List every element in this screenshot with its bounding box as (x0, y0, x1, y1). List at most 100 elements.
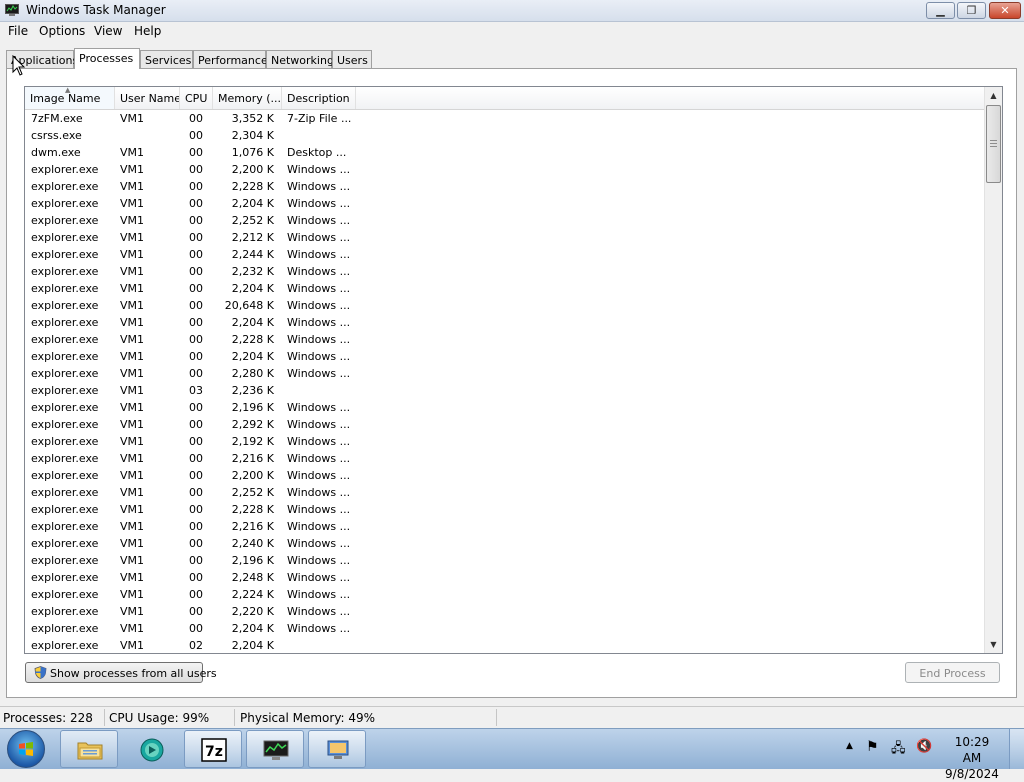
remote-desktop-icon (327, 740, 349, 759)
process-description: Windows ... (287, 520, 351, 533)
start-button[interactable] (7, 730, 45, 768)
taskbar-remote-desktop[interactable] (308, 730, 366, 768)
tab-users[interactable]: Users (332, 50, 372, 68)
table-row[interactable]: explorer.exe VM1 00 2,252 K Windows ... (25, 212, 985, 229)
action-center-flag-icon[interactable]: ⚑ (866, 739, 879, 755)
menu-help[interactable]: Help (134, 24, 161, 38)
process-memory: 2,280 K (231, 367, 274, 380)
scroll-down-icon[interactable]: ▼ (985, 636, 1002, 653)
taskbar-7zip[interactable]: 7z (184, 730, 242, 768)
vertical-scrollbar[interactable]: ▲ ▼ (984, 87, 1002, 653)
volume-muted-icon[interactable]: 🔇 (916, 739, 932, 754)
system-clock[interactable]: 10:29 AM 9/8/2024 (944, 734, 1000, 782)
table-row[interactable]: explorer.exe VM1 00 2,192 K Windows ... (25, 433, 985, 450)
tab-processes[interactable]: Processes (74, 48, 140, 69)
table-row[interactable]: explorer.exe VM1 00 2,216 K Windows ... (25, 518, 985, 535)
column-image-name[interactable]: ▲ Image Name (25, 87, 115, 109)
minimize-button[interactable]: ▁ (926, 2, 955, 19)
process-user: VM1 (120, 469, 145, 482)
table-row[interactable]: explorer.exe VM1 00 2,228 K Windows ... (25, 331, 985, 348)
taskbar-explorer[interactable] (60, 730, 118, 768)
table-row[interactable]: explorer.exe VM1 00 2,228 K Windows ... (25, 178, 985, 195)
scroll-thumb[interactable] (986, 105, 1001, 183)
table-row[interactable]: explorer.exe VM1 00 2,204 K Windows ... (25, 195, 985, 212)
table-row[interactable]: csrss.exe 00 2,304 K (25, 127, 985, 144)
folder-icon (77, 742, 103, 760)
table-row[interactable]: 7zFM.exe VM1 00 3,352 K 7-Zip File ... (25, 110, 985, 127)
process-memory: 2,228 K (231, 333, 274, 346)
process-memory: 2,216 K (231, 520, 274, 533)
table-row[interactable]: explorer.exe VM1 00 2,244 K Windows ... (25, 246, 985, 263)
end-process-button[interactable]: End Process (905, 662, 1000, 683)
table-row[interactable]: explorer.exe VM1 00 2,196 K Windows ... (25, 399, 985, 416)
table-row[interactable]: explorer.exe VM1 00 2,204 K Windows ... (25, 620, 985, 637)
process-memory: 2,252 K (231, 214, 274, 227)
table-row[interactable]: explorer.exe VM1 00 2,292 K Windows ... (25, 416, 985, 433)
process-description: Windows ... (287, 622, 351, 635)
process-user: VM1 (120, 333, 145, 346)
process-list[interactable]: ▲ Image Name User Name CPU Memory (... D… (24, 86, 1003, 654)
process-cpu: 00 (189, 367, 203, 380)
end-process-label: End Process (919, 667, 986, 680)
menu-file[interactable]: File (8, 24, 28, 38)
tab-networking[interactable]: Networking (266, 50, 334, 68)
column-cpu[interactable]: CPU (180, 87, 213, 109)
scroll-up-icon[interactable]: ▲ (985, 87, 1002, 104)
process-cpu: 00 (189, 214, 203, 227)
taskbar-task-manager[interactable] (246, 730, 304, 768)
taskbar-media-player[interactable] (122, 730, 180, 768)
process-description: Windows ... (287, 588, 351, 601)
process-user: VM1 (120, 503, 145, 516)
table-row[interactable]: explorer.exe VM1 00 2,228 K Windows ... (25, 501, 985, 518)
close-button[interactable]: ✕ (989, 2, 1021, 19)
show-desktop-button[interactable] (1009, 729, 1024, 769)
menu-options[interactable]: Options (39, 24, 85, 38)
column-description[interactable]: Description (282, 87, 356, 109)
process-name: explorer.exe (31, 571, 99, 584)
restore-button[interactable]: ❐ (957, 2, 986, 19)
process-memory: 2,228 K (231, 503, 274, 516)
table-row[interactable]: explorer.exe VM1 02 2,204 K (25, 637, 985, 653)
tray-expand-icon[interactable]: ▲ (846, 741, 853, 751)
table-row[interactable]: explorer.exe VM1 00 2,232 K Windows ... (25, 263, 985, 280)
column-memory[interactable]: Memory (... (213, 87, 282, 109)
table-row[interactable]: explorer.exe VM1 00 2,204 K Windows ... (25, 314, 985, 331)
table-row[interactable]: explorer.exe VM1 00 2,240 K Windows ... (25, 535, 985, 552)
table-row[interactable]: explorer.exe VM1 00 2,216 K Windows ... (25, 450, 985, 467)
table-row[interactable]: explorer.exe VM1 00 2,200 K Windows ... (25, 467, 985, 484)
process-memory: 2,304 K (231, 129, 274, 142)
table-row[interactable]: explorer.exe VM1 00 20,648 K Windows ... (25, 297, 985, 314)
process-description: Windows ... (287, 282, 351, 295)
table-row[interactable]: explorer.exe VM1 03 2,236 K (25, 382, 985, 399)
table-row[interactable]: explorer.exe VM1 00 2,252 K Windows ... (25, 484, 985, 501)
process-cpu: 00 (189, 146, 203, 159)
table-row[interactable]: explorer.exe VM1 00 2,220 K Windows ... (25, 603, 985, 620)
process-memory: 2,204 K (231, 639, 274, 652)
process-memory: 2,204 K (231, 282, 274, 295)
table-row[interactable]: explorer.exe VM1 00 2,200 K Windows ... (25, 161, 985, 178)
column-user-name[interactable]: User Name (115, 87, 180, 109)
process-name: explorer.exe (31, 180, 99, 193)
table-row[interactable]: explorer.exe VM1 00 2,204 K Windows ... (25, 280, 985, 297)
process-cpu: 00 (189, 554, 203, 567)
process-cpu: 00 (189, 180, 203, 193)
tab-services[interactable]: Services (140, 50, 193, 68)
table-row[interactable]: explorer.exe VM1 00 2,196 K Windows ... (25, 552, 985, 569)
table-row[interactable]: explorer.exe VM1 00 2,204 K Windows ... (25, 348, 985, 365)
process-user: VM1 (120, 350, 145, 363)
process-memory: 2,240 K (231, 537, 274, 550)
table-row[interactable]: explorer.exe VM1 00 2,280 K Windows ... (25, 365, 985, 382)
menu-view[interactable]: View (94, 24, 122, 38)
table-row[interactable]: explorer.exe VM1 00 2,224 K Windows ... (25, 586, 985, 603)
process-name: explorer.exe (31, 554, 99, 567)
table-row[interactable]: explorer.exe VM1 00 2,212 K Windows ... (25, 229, 985, 246)
process-cpu: 00 (189, 163, 203, 176)
show-all-processes-button[interactable]: Show processes from all users (25, 662, 217, 683)
network-icon[interactable]: 🖧 (891, 739, 906, 761)
process-description: Windows ... (287, 503, 351, 516)
table-row[interactable]: dwm.exe VM1 00 1,076 K Desktop ... (25, 144, 985, 161)
process-user: VM1 (120, 384, 145, 397)
tab-performance[interactable]: Performance (193, 50, 268, 68)
table-row[interactable]: explorer.exe VM1 00 2,248 K Windows ... (25, 569, 985, 586)
process-user: VM1 (120, 231, 145, 244)
